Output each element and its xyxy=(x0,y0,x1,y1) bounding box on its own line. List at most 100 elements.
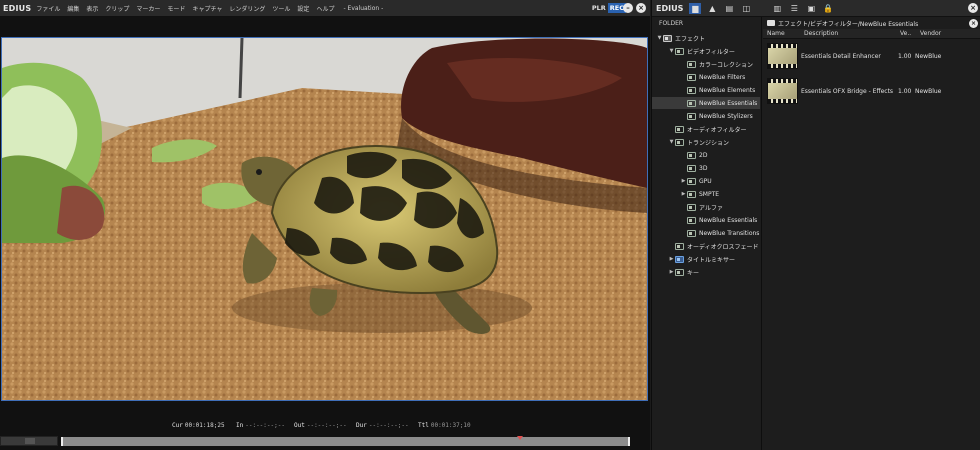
menu-view[interactable]: 表示 xyxy=(86,4,98,13)
expand-down-icon[interactable]: ▼ xyxy=(668,48,675,54)
apply-effect-icon[interactable]: ◫ xyxy=(740,3,752,14)
mode-switch[interactable]: PLR REC xyxy=(592,3,626,13)
folder-tree-label: ビデオフィルター xyxy=(687,48,735,56)
folder-tree-item[interactable]: NewBlue Stylizers xyxy=(680,110,753,122)
folder-tree-label: アルファ xyxy=(699,204,723,212)
col-description[interactable]: Description xyxy=(804,30,838,37)
effect-thumbnail[interactable] xyxy=(767,78,798,104)
folder-view-icon[interactable]: ▆ xyxy=(689,2,702,14)
menu-help[interactable]: ヘルプ xyxy=(316,4,334,13)
list-view-icon[interactable]: ☰ xyxy=(788,3,800,14)
fx-icon xyxy=(687,229,696,237)
lock-icon[interactable]: 🔒 xyxy=(822,3,834,14)
fx-icon xyxy=(687,86,696,94)
folder-tree-item[interactable]: ▼ エフェクト xyxy=(656,32,705,44)
expand-down-icon[interactable]: ▼ xyxy=(656,35,663,41)
fx-icon xyxy=(675,242,684,250)
path-bar: エフェクト/ビデオフィルター/NewBlue Essentials xyxy=(763,17,980,29)
shuttle-knob[interactable] xyxy=(25,438,35,444)
folder-tree-item[interactable]: NewBlue Filters xyxy=(680,71,745,83)
plr-mode-button[interactable]: PLR xyxy=(592,4,606,12)
up-folder-icon[interactable]: ▲ xyxy=(706,3,718,14)
effect-thumbnail[interactable] xyxy=(767,43,798,69)
folder-icon xyxy=(663,34,672,42)
playhead-marker-icon[interactable] xyxy=(517,436,523,440)
expand-right-icon[interactable]: ▶ xyxy=(668,269,675,275)
effect-description: Essentials OFX Bridge - Effects xyxy=(801,88,894,95)
folder-tree-item[interactable]: NewBlue Transitions xyxy=(680,227,759,239)
folder-icon xyxy=(767,20,775,26)
folder-tree-item[interactable]: オーディオクロスフェード xyxy=(668,240,758,252)
folder-tree-item[interactable]: NewBlue Elements xyxy=(680,84,755,96)
folder-tree-item[interactable]: オーディオフィルター xyxy=(668,123,746,135)
fx-icon xyxy=(687,164,696,172)
delete-icon[interactable]: ▥ xyxy=(771,3,783,14)
col-version[interactable]: Ve.. xyxy=(900,30,911,37)
expand-right-icon[interactable]: ▶ xyxy=(680,191,687,197)
col-vendor[interactable]: Vendor xyxy=(920,30,941,37)
menu-bar: EDIUS ファイル 編集 表示 クリップ マーカー モード キャプチャ レンダ… xyxy=(0,0,650,17)
shuttle-slider[interactable] xyxy=(0,436,58,446)
effect-row[interactable]: Essentials OFX Bridge - Effects 1.00 New… xyxy=(763,74,980,109)
expand-right-icon[interactable]: ▶ xyxy=(668,256,675,262)
fx-icon xyxy=(675,268,684,276)
menu-mode[interactable]: モード xyxy=(167,4,185,13)
effect-description: Essentials Detail Enhancer xyxy=(801,53,881,60)
folder-tree-item[interactable]: ▶ タイトルミキサー xyxy=(668,253,735,265)
fx-icon xyxy=(687,60,696,68)
folder-tree-label: キー xyxy=(687,269,700,277)
menu-clip[interactable]: クリップ xyxy=(105,4,129,13)
fx-icon xyxy=(675,125,684,133)
col-name[interactable]: Name xyxy=(767,30,785,37)
fx-icon xyxy=(687,190,696,198)
player-window: EDIUS ファイル 編集 表示 クリップ マーカー モード キャプチャ レンダ… xyxy=(0,0,650,450)
folder-tree-label: NewBlue Essentials xyxy=(699,216,758,224)
close-icon[interactable]: × xyxy=(636,3,646,13)
menu-settings[interactable]: 設定 xyxy=(297,4,309,13)
menu-tools[interactable]: ツール xyxy=(272,4,290,13)
timecode-cur: Cur 00:01:18;25 xyxy=(172,422,225,429)
title-icon xyxy=(675,255,684,263)
menu-render[interactable]: レンダリング xyxy=(229,4,265,13)
fx-icon xyxy=(687,99,696,107)
expand-down-icon[interactable]: ▼ xyxy=(668,139,675,145)
folder-tree-label: 3D xyxy=(699,164,708,172)
folder-tree-item[interactable]: ▼ ビデオフィルター xyxy=(668,45,735,57)
properties-icon[interactable]: ▤ xyxy=(723,3,735,14)
timecode-out: Out --:--:--;-- xyxy=(294,422,347,429)
player-timeline-scrubber[interactable] xyxy=(61,437,630,446)
folder-tree-item[interactable]: ▶ SMPTE xyxy=(680,188,719,200)
folder-tree-item[interactable]: アルファ xyxy=(680,201,723,213)
folder-tree-label: タイトルミキサー xyxy=(687,256,736,264)
folder-tree-item[interactable]: 3D xyxy=(680,162,707,174)
tortoise-video-frame xyxy=(2,38,647,400)
folder-tree-item[interactable]: カラーコレクション xyxy=(680,58,753,70)
menu-edit[interactable]: 編集 xyxy=(67,4,79,13)
effect-row[interactable]: Essentials Detail Enhancer 1.00 NewBlue xyxy=(763,39,980,74)
folder-tree-label: GPU xyxy=(699,177,712,185)
menu-file[interactable]: ファイル xyxy=(36,4,60,13)
preview-monitor[interactable] xyxy=(1,37,648,401)
palette-close-icon[interactable]: × xyxy=(968,3,978,13)
menu-capture[interactable]: キャプチャ xyxy=(192,4,222,13)
fx-icon xyxy=(687,151,696,159)
view-mode-icon[interactable]: ▣ xyxy=(805,3,817,14)
folder-tree-item[interactable]: NewBlue Essentials xyxy=(652,97,760,109)
evaluation-label: - Evaluation - xyxy=(343,4,384,12)
folder-tree-label: カラーコレクション xyxy=(699,61,754,69)
fx-icon xyxy=(687,112,696,120)
folder-tree-pane: FOLDER ▼ エフェクト ▼ ビデオフィルター カラーコレクション NewBlue F… xyxy=(652,17,762,450)
folder-tree-label: 2D xyxy=(699,151,708,159)
timecode-total: Ttl 00:01:37;10 xyxy=(418,422,471,429)
list-close-icon[interactable]: × xyxy=(969,19,978,28)
folder-tree-item[interactable]: NewBlue Essentials xyxy=(680,214,757,226)
folder-tree-item[interactable]: ▶ GPU xyxy=(680,175,712,187)
timecode-dur: Dur --:--:--;-- xyxy=(356,422,409,429)
minimize-icon[interactable]: – xyxy=(623,3,633,13)
current-path: エフェクト/ビデオフィルター/NewBlue Essentials xyxy=(778,20,919,28)
folder-tree-item[interactable]: ▼ トランジション xyxy=(668,136,729,148)
folder-tree-item[interactable]: 2D xyxy=(680,149,707,161)
menu-marker[interactable]: マーカー xyxy=(136,4,160,13)
expand-right-icon[interactable]: ▶ xyxy=(680,178,687,184)
folder-tree-item[interactable]: ▶ キー xyxy=(668,266,699,278)
